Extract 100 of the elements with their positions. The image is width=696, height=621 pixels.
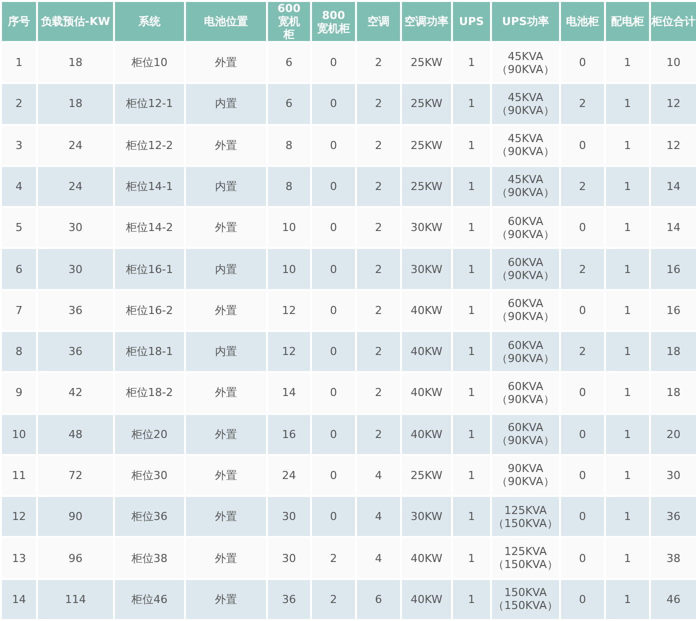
table-cell: 16	[650, 290, 696, 331]
table-cell: 1	[452, 372, 491, 414]
table-cell: 40KW	[401, 372, 452, 414]
table-cell: 20	[650, 414, 696, 455]
column-header: 配电柜	[605, 1, 650, 42]
table-cell: 0	[311, 290, 356, 331]
table-cell: 1	[452, 166, 491, 208]
table-cell: 36	[37, 330, 114, 372]
table-cell: 10	[267, 248, 311, 290]
table-cell: 6	[267, 42, 311, 84]
table-cell: 2	[356, 42, 401, 84]
table-cell: 0	[560, 290, 605, 331]
table-cell: 外置	[185, 290, 267, 331]
table-cell: 1	[452, 454, 491, 496]
table-cell: 25KW	[401, 83, 452, 125]
table-cell: 30KW	[401, 207, 452, 248]
table-cell: 4	[1, 166, 37, 208]
table-cell: 30KW	[401, 248, 452, 290]
table-cell: 45KVA （90KVA）	[491, 42, 560, 84]
table-cell: 30	[267, 537, 311, 579]
table-cell: 10	[267, 207, 311, 248]
table-cell: 0	[311, 330, 356, 372]
table-cell: 1	[452, 496, 491, 538]
table-cell: 40KW	[401, 290, 452, 331]
table-cell: 内置	[185, 83, 267, 125]
table-cell: 0	[311, 83, 356, 125]
table-cell: 外置	[185, 372, 267, 414]
table-cell: 0	[311, 414, 356, 455]
table-cell: 60KVA （90KVA）	[491, 290, 560, 331]
table-cell: 1	[452, 578, 491, 620]
table-cell: 40KW	[401, 537, 452, 579]
table-cell: 0	[560, 42, 605, 84]
table-cell: 1	[605, 83, 650, 125]
table-cell: 14	[1, 578, 37, 620]
table-cell: 1	[452, 330, 491, 372]
table-cell: 1	[605, 42, 650, 84]
table-cell: 45KVA （90KVA）	[491, 124, 560, 166]
table-cell: 柜位30	[114, 454, 185, 496]
table-cell: 柜位14-2	[114, 207, 185, 248]
table-cell: 1	[605, 537, 650, 579]
table-cell: 0	[311, 372, 356, 414]
table-cell: 5	[1, 207, 37, 248]
table-cell: 6	[267, 83, 311, 125]
table-cell: 0	[311, 496, 356, 538]
table-cell: 6	[356, 578, 401, 620]
table-cell: 4	[356, 454, 401, 496]
table-cell: 18	[650, 372, 696, 414]
table-cell: 柜位16-2	[114, 290, 185, 331]
table-cell: 内置	[185, 166, 267, 208]
table-cell: 8	[267, 124, 311, 166]
table-cell: 114	[37, 578, 114, 620]
table-cell: 柜位46	[114, 578, 185, 620]
table-cell: 4	[356, 496, 401, 538]
table-cell: 9	[1, 372, 37, 414]
table-cell: 2	[356, 330, 401, 372]
table-cell: 外置	[185, 537, 267, 579]
table-cell: 外置	[185, 578, 267, 620]
table-cell: 1	[452, 537, 491, 579]
table-cell: 25KW	[401, 454, 452, 496]
table-cell: 外置	[185, 207, 267, 248]
table-cell: 外置	[185, 42, 267, 84]
table-cell: 60KVA （90KVA）	[491, 372, 560, 414]
table-cell: 0	[560, 207, 605, 248]
table-cell: 1	[452, 207, 491, 248]
table-cell: 1	[452, 124, 491, 166]
table-cell: 8	[1, 330, 37, 372]
table-cell: 1	[605, 124, 650, 166]
table-cell: 30	[267, 496, 311, 538]
table-cell: 1	[605, 372, 650, 414]
table-cell: 1	[1, 42, 37, 84]
table-cell: 36	[650, 496, 696, 538]
table-cell: 2	[1, 83, 37, 125]
table-cell: 2	[356, 166, 401, 208]
table-cell: 60KVA （90KVA）	[491, 248, 560, 290]
table-cell: 12	[267, 290, 311, 331]
table-cell: 柜位14-1	[114, 166, 185, 208]
table-cell: 16	[650, 248, 696, 290]
table-cell: 1	[605, 454, 650, 496]
table-cell: 柜位12-2	[114, 124, 185, 166]
table-cell: 柜位18-2	[114, 372, 185, 414]
table-cell: 11	[1, 454, 37, 496]
table-cell: 36	[37, 290, 114, 331]
column-header: 柜位合计	[650, 1, 696, 42]
table-cell: 0	[311, 454, 356, 496]
table-cell: 1	[605, 290, 650, 331]
table-cell: 14	[267, 372, 311, 414]
column-header: 电池位置	[185, 1, 267, 42]
table-cell: 2	[356, 290, 401, 331]
table-cell: 30	[37, 248, 114, 290]
table-cell: 0	[560, 454, 605, 496]
table-cell: 46	[650, 578, 696, 620]
table-cell: 10	[1, 414, 37, 455]
table-cell: 10	[650, 42, 696, 84]
table-cell: 18	[37, 83, 114, 125]
table-cell: 0	[311, 248, 356, 290]
table-cell: 12	[650, 83, 696, 125]
table-cell: 12	[1, 496, 37, 538]
column-header: UPS	[452, 1, 491, 42]
table-cell: 内置	[185, 248, 267, 290]
table-cell: 60KVA （90KVA）	[491, 207, 560, 248]
